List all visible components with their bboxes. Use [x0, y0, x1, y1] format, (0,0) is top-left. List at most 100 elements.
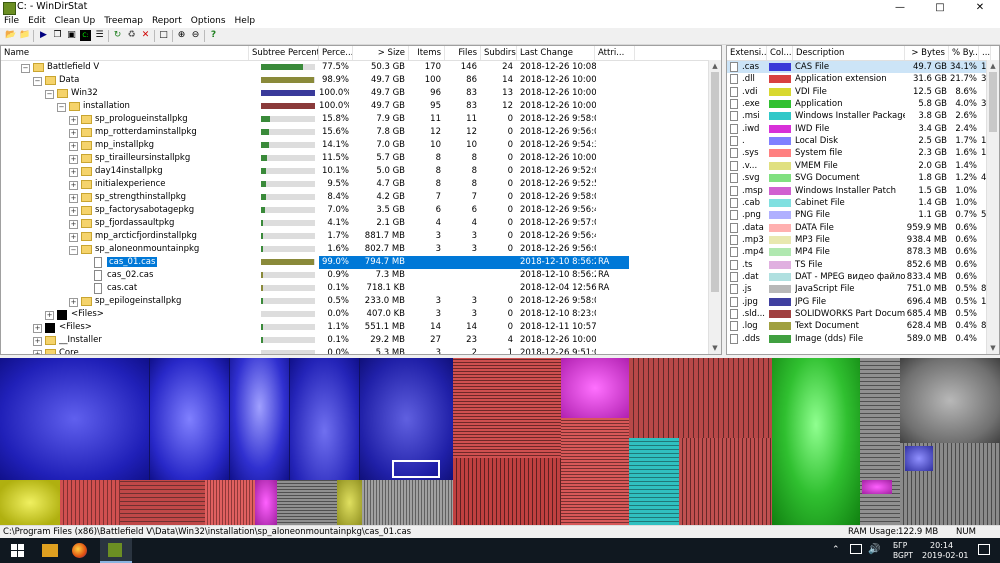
extension-row[interactable]: .mp4 MP4 File 878.3 MB 0.6% [727, 246, 999, 258]
scroll-up-icon[interactable]: ▲ [709, 60, 721, 72]
open-icon[interactable]: 📂 [5, 30, 16, 41]
expand-toggle-icon[interactable]: + [69, 168, 78, 177]
expand-toggle-icon[interactable]: + [69, 233, 78, 242]
expand-toggle-icon[interactable]: + [33, 337, 42, 346]
extension-row[interactable]: .v... VMEM File 2.0 GB 1.4% [727, 160, 999, 172]
extension-vertical-scrollbar[interactable]: ▲ ▼ [986, 60, 999, 354]
treemap-block-cas-d[interactable] [290, 358, 360, 480]
expand-toggle-icon[interactable]: + [69, 207, 78, 216]
col-last-change[interactable]: Last Change [517, 46, 595, 60]
col-extension[interactable]: Extensi... [727, 46, 767, 60]
notifications-icon[interactable] [978, 544, 990, 555]
expand-toggle-icon[interactable]: + [69, 181, 78, 190]
col-description[interactable]: Description [793, 46, 905, 60]
ext-scroll-thumb[interactable] [989, 72, 997, 132]
menu-help[interactable]: Help [231, 15, 261, 28]
open-folder-icon[interactable]: 📁 [19, 30, 30, 41]
tree-row[interactable]: cas.cat 0.1% 718.1 KB 2018-12-04 12:56:...R… [1, 282, 709, 295]
menu-options[interactable]: Options [187, 15, 231, 28]
minimize-button[interactable]: — [880, 0, 920, 15]
tree-row[interactable]: + __Installer 0.1% 29.2 MB 27 23 4 2018-12-26 1… [1, 334, 709, 347]
file-explorer-icon[interactable] [42, 544, 58, 557]
expand-toggle-icon[interactable]: + [69, 142, 78, 151]
expand-toggle-icon[interactable]: − [57, 103, 66, 112]
tree-row[interactable]: + <Files> 1.1% 551.1 MB 14 14 0 2018-12-11 10:5… [1, 321, 709, 334]
treemap-block-jpg[interactable] [905, 446, 933, 471]
treemap-block-misc-c[interactable] [860, 358, 900, 525]
windows-start-icon[interactable] [11, 544, 25, 558]
extension-row[interactable]: .iwd IWD File 3.4 GB 2.4% [727, 123, 999, 135]
menu-report[interactable]: Report [148, 15, 187, 28]
extension-row[interactable]: .data DATA File 959.9 MB 0.6% [727, 222, 999, 234]
tree-row[interactable]: + day14installpkg 10.1% 5.0 GB 8 8 0 2018-12-26… [1, 165, 709, 178]
treemap-block-iwd[interactable] [255, 480, 277, 525]
extension-row[interactable]: .Local Disk2.5 GB1.7%11 [727, 135, 999, 147]
tree-row[interactable]: + sp_factorysabotagepkg 7.0% 3.5 GB 6 6 0 2018-… [1, 204, 709, 217]
expand-toggle-icon[interactable]: + [69, 298, 78, 307]
col-subdirs[interactable]: Subdirs [481, 46, 517, 60]
tree-row[interactable]: + sp_fjordassaultpkg 4.1% 2.1 GB 4 4 0 2018-12-… [1, 217, 709, 230]
treemap-block-vdi[interactable] [0, 480, 60, 525]
expand-toggle-icon[interactable]: + [69, 129, 78, 138]
tree-row[interactable]: + initialexperience 9.5% 4.7 GB 8 8 0 2018-12-2… [1, 178, 709, 191]
treemap-block-dll-a[interactable] [60, 480, 120, 525]
play-icon[interactable]: ▶ [38, 30, 49, 41]
tree-row[interactable]: − installation 100.0% 49.7 GB 95 83 12 2018-12-… [1, 100, 709, 113]
expand-toggle-icon[interactable]: − [69, 246, 78, 255]
col-percent-bytes[interactable]: % By... [949, 46, 979, 60]
extension-row[interactable]: .cab Cabinet File 1.4 GB 1.0% [727, 197, 999, 209]
expand-toggle-icon[interactable]: + [69, 194, 78, 203]
extension-list-pane[interactable]: Extensi... Col... Description > Bytes % … [726, 45, 1000, 355]
tree-row[interactable]: + mp_arcticfjordinstallpkg 1.7% 881.7 MB 3 3 0… [1, 230, 709, 243]
tree-scroll-thumb[interactable] [711, 72, 719, 292]
extension-row[interactable]: .svg SVG Document 1.8 GB 1.2% 4 [727, 172, 999, 184]
expand-toggle-icon[interactable]: + [33, 324, 42, 333]
tree-row[interactable]: + sp_strengthinstallpkg 8.4% 4.2 GB 7 7 0 2018-… [1, 191, 709, 204]
tree-row[interactable]: − Win32 100.0% 49.7 GB 96 83 13 2018-12-26 10:0… [1, 87, 709, 100]
treemap-block-dll-g[interactable] [629, 358, 772, 438]
windirstat-taskbar-item[interactable] [100, 538, 132, 563]
delete-icon[interactable]: ✕ [140, 30, 151, 41]
extension-row[interactable]: .ts TS File 852.6 MB 0.6% [727, 259, 999, 271]
zoom-in-icon[interactable]: ⊕ [176, 30, 187, 41]
extension-row[interactable]: .dat DAT - MPEG видео файлове 833.4 MB 0.6% [727, 271, 999, 283]
refresh-icon[interactable]: ↻ [112, 30, 123, 41]
treemap-block-dll-c[interactable] [205, 480, 255, 525]
tree-row[interactable]: + <Files> 0.0% 407.0 KB 3 3 0 2018-12-10 8:23:0… [1, 308, 709, 321]
firefox-icon[interactable] [72, 543, 87, 558]
col-attributes[interactable]: Attri... [595, 46, 635, 60]
command-prompt-icon[interactable]: C: [80, 30, 91, 41]
explorer-icon[interactable]: ▣ [66, 30, 77, 41]
tree-row[interactable]: − Battlefield V 77.5% 50.3 GB 170 146 24 2018-1… [1, 61, 709, 74]
treemap-block-exe[interactable] [772, 358, 860, 525]
tree-row[interactable]: + mp_rotterdaminstallpkg 15.6% 7.8 GB 12 12 0 2… [1, 126, 709, 139]
treemap-block-dll-b[interactable] [120, 480, 205, 525]
volume-icon[interactable]: 🔊 [868, 544, 880, 555]
expand-toggle-icon[interactable]: − [45, 90, 54, 99]
clock-time[interactable]: 20:14 [930, 541, 953, 550]
close-button[interactable]: ✕ [960, 0, 1000, 15]
treemap-block-misc-d[interactable] [900, 358, 1000, 443]
tree-row[interactable]: + sp_prologueinstallpkg 15.8% 7.9 GB 11 11 0 20… [1, 113, 709, 126]
expand-toggle-icon[interactable]: + [33, 350, 42, 354]
expand-toggle-icon[interactable]: − [21, 64, 30, 73]
menu-clean-up[interactable]: Clean Up [51, 15, 101, 28]
scroll-down-icon[interactable]: ▼ [709, 342, 721, 354]
extension-row[interactable]: .vdi VDI File 12.5 GB 8.6% [727, 86, 999, 98]
treemap-block-cas-b[interactable] [150, 358, 230, 480]
treemap-block-misc-b[interactable] [362, 480, 453, 525]
tree-row[interactable]: + sp_epilogeinstallpkg 0.5% 233.0 MB 3 3 0 2018… [1, 295, 709, 308]
expand-toggle-icon[interactable]: + [69, 116, 78, 125]
network-icon[interactable] [850, 544, 862, 554]
zoom-out-icon[interactable]: ⊖ [190, 30, 201, 41]
language-indicator[interactable]: БГР [893, 541, 907, 550]
expand-toggle-icon[interactable]: + [45, 311, 54, 320]
treemap-block-misc-a[interactable] [277, 480, 337, 525]
extension-row[interactable]: .exe Application 5.8 GB 4.0% 3 [727, 98, 999, 110]
treemap-block-msp[interactable] [561, 358, 629, 418]
col-percent[interactable]: Perce... [319, 46, 353, 60]
treemap-block-cas-a[interactable] [0, 358, 150, 480]
tree-row[interactable]: + sp_tirailleursinstallpkg 11.5% 5.7 GB 8 8 0 2… [1, 152, 709, 165]
treemap-block-iwd-b[interactable] [862, 480, 892, 494]
treemap-block-dll-d[interactable] [453, 358, 561, 458]
